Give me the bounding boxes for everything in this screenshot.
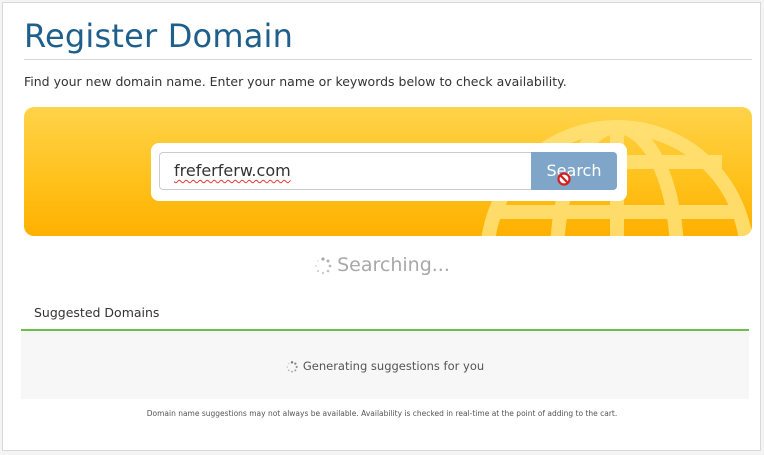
search-box: freferferw.com Search (151, 143, 627, 201)
suggestions-loading-text: Generating suggestions for you (302, 359, 485, 373)
not-allowed-cursor-icon (557, 172, 571, 186)
loading-spinner-icon (286, 360, 298, 373)
domain-search-value: freferferw.com (174, 161, 291, 180)
intro-text: Find your new domain name. Enter your na… (24, 74, 567, 89)
search-button-label: Search (546, 161, 602, 180)
suggestions-disclaimer: Domain name suggestions may not always b… (146, 409, 618, 418)
tab-suggested-domains-label: Suggested Domains (34, 305, 160, 320)
searching-status: Searching... (0, 254, 764, 276)
suggestions-loading: Generating suggestions for you (21, 359, 749, 373)
search-button[interactable]: Search (531, 152, 617, 190)
title-divider (24, 59, 752, 60)
loading-spinner-icon (315, 256, 332, 274)
suggestions-panel: Generating suggestions for you (21, 331, 749, 399)
tab-suggested-domains[interactable]: Suggested Domains (21, 299, 749, 331)
domain-search-input[interactable]: freferferw.com (159, 152, 531, 190)
search-banner: freferferw.com Search (24, 107, 752, 236)
page-title: Register Domain (24, 17, 294, 55)
searching-text: Searching... (337, 254, 450, 276)
